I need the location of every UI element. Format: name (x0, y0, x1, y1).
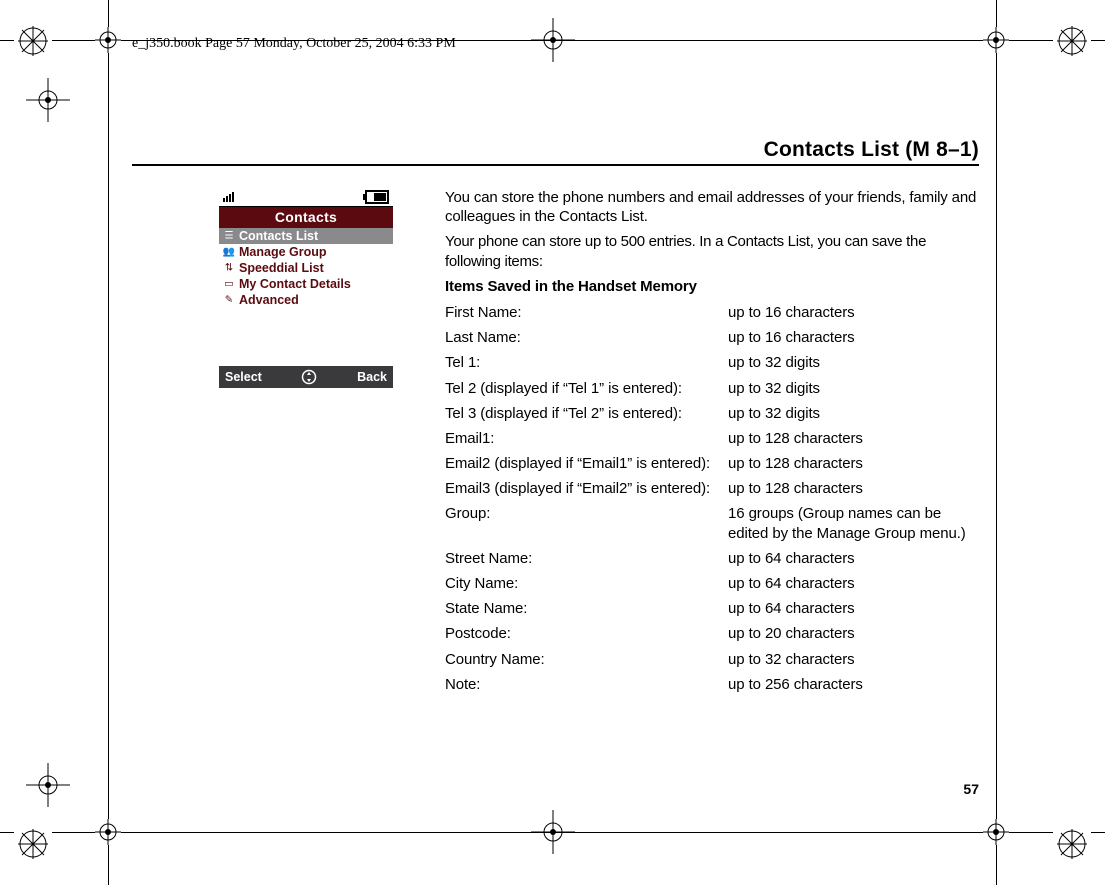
item-value: up to 32 digits (728, 376, 979, 401)
register-mark-icon (14, 825, 52, 863)
item-label: Tel 1: (445, 350, 728, 375)
phone-titlebar: Contacts (219, 207, 393, 228)
item-value: 16 groups (Group names can be edited by … (728, 501, 979, 545)
phone-menu-item: ✎ Advanced (219, 292, 393, 308)
advanced-icon: ✎ (222, 295, 236, 306)
table-row: First Name:up to 16 characters (445, 300, 979, 325)
table-row: Country Name:up to 32 characters (445, 647, 979, 672)
phone-menu-label: My Contact Details (239, 277, 351, 291)
item-label: Postcode: (445, 621, 728, 646)
table-row: Group:16 groups (Group names can be edit… (445, 501, 979, 545)
table-row: Tel 1:up to 32 digits (445, 350, 979, 375)
crop-mark-icon (95, 819, 121, 845)
crop-line-right (996, 0, 997, 885)
nav-icon (301, 369, 317, 385)
crosshair-icon (26, 763, 70, 807)
item-label: Tel 2 (displayed if “Tel 1” is entered): (445, 376, 728, 401)
crop-line-left (108, 0, 109, 885)
phone-menu: ☰ Contacts List 👥 Manage Group ⇅ Speeddi… (219, 228, 393, 366)
item-label: Last Name: (445, 325, 728, 350)
page-number: 57 (963, 781, 979, 797)
item-value: up to 16 characters (728, 325, 979, 350)
phone-statusbar (219, 188, 393, 207)
phone-menu-label: Speeddial List (239, 261, 324, 275)
table-row: Email1:up to 128 characters (445, 426, 979, 451)
list-icon: ☰ (222, 231, 236, 242)
item-value: up to 32 digits (728, 401, 979, 426)
item-value: up to 16 characters (728, 300, 979, 325)
item-value: up to 32 digits (728, 350, 979, 375)
phone-menu-label: Manage Group (239, 245, 327, 259)
crop-mark-icon (983, 819, 1009, 845)
phone-screenshot: Contacts ☰ Contacts List 👥 Manage Group … (219, 188, 393, 388)
item-value: up to 128 characters (728, 451, 979, 476)
item-label: Note: (445, 672, 728, 697)
phone-menu-item: ▭ My Contact Details (219, 276, 393, 292)
item-value: up to 64 characters (728, 546, 979, 571)
register-mark-icon (1053, 22, 1091, 60)
table-row: Street Name:up to 64 characters (445, 546, 979, 571)
phone-menu-item: 👥 Manage Group (219, 244, 393, 260)
phone-menu-item: ⇅ Speeddial List (219, 260, 393, 276)
crosshair-icon (26, 78, 70, 122)
header-note: e_j350.book Page 57 Monday, October 25, … (132, 36, 456, 52)
phone-menu-label: Advanced (239, 293, 299, 307)
body-text: You can store the phone numbers and emai… (445, 188, 979, 697)
item-label: First Name: (445, 300, 728, 325)
table-row: State Name:up to 64 characters (445, 596, 979, 621)
battery-icon (365, 190, 389, 204)
page-title: Contacts List (M 8–1) (764, 138, 979, 162)
table-row: Email3 (displayed if “Email2” is entered… (445, 476, 979, 501)
table-row: Postcode:up to 20 characters (445, 621, 979, 646)
table-row: Tel 2 (displayed if “Tel 1” is entered):… (445, 376, 979, 401)
item-label: Tel 3 (displayed if “Tel 2” is entered): (445, 401, 728, 426)
intro-paragraph: Your phone can store up to 500 entries. … (445, 232, 979, 270)
speeddial-icon: ⇅ (222, 263, 236, 274)
softkey-right: Back (357, 370, 387, 384)
item-value: up to 64 characters (728, 596, 979, 621)
item-value: up to 128 characters (728, 426, 979, 451)
signal-icon (223, 192, 234, 202)
item-label: Email2 (displayed if “Email1” is entered… (445, 451, 728, 476)
table-row: City Name:up to 64 characters (445, 571, 979, 596)
table-row: Last Name:up to 16 characters (445, 325, 979, 350)
table-row: Tel 3 (displayed if “Tel 2” is entered):… (445, 401, 979, 426)
item-value: up to 256 characters (728, 672, 979, 697)
item-label: Email3 (displayed if “Email2” is entered… (445, 476, 728, 501)
item-label: Country Name: (445, 647, 728, 672)
item-value: up to 128 characters (728, 476, 979, 501)
phone-menu-item: ☰ Contacts List (219, 228, 393, 244)
item-label: Group: (445, 501, 728, 545)
softkey-left: Select (225, 370, 262, 384)
table-row: Email2 (displayed if “Email1” is entered… (445, 451, 979, 476)
item-label: State Name: (445, 596, 728, 621)
item-label: Email1: (445, 426, 728, 451)
item-label: Street Name: (445, 546, 728, 571)
item-value: up to 32 characters (728, 647, 979, 672)
intro-paragraph: You can store the phone numbers and emai… (445, 188, 979, 226)
items-heading: Items Saved in the Handset Memory (445, 277, 979, 296)
crop-mark-icon (983, 27, 1009, 53)
table-row: Note:up to 256 characters (445, 672, 979, 697)
phone-menu-label: Contacts List (239, 229, 318, 243)
group-icon: 👥 (222, 247, 236, 258)
crosshair-icon (531, 18, 575, 62)
crop-mark-icon (95, 27, 121, 53)
register-mark-icon (1053, 825, 1091, 863)
item-value: up to 64 characters (728, 571, 979, 596)
item-value: up to 20 characters (728, 621, 979, 646)
crosshair-icon (531, 810, 575, 854)
items-table: First Name:up to 16 charactersLast Name:… (445, 300, 979, 697)
card-icon: ▭ (222, 279, 236, 290)
phone-softkeys: Select Back (219, 366, 393, 388)
item-label: City Name: (445, 571, 728, 596)
title-rule (132, 164, 979, 166)
register-mark-icon (14, 22, 52, 60)
